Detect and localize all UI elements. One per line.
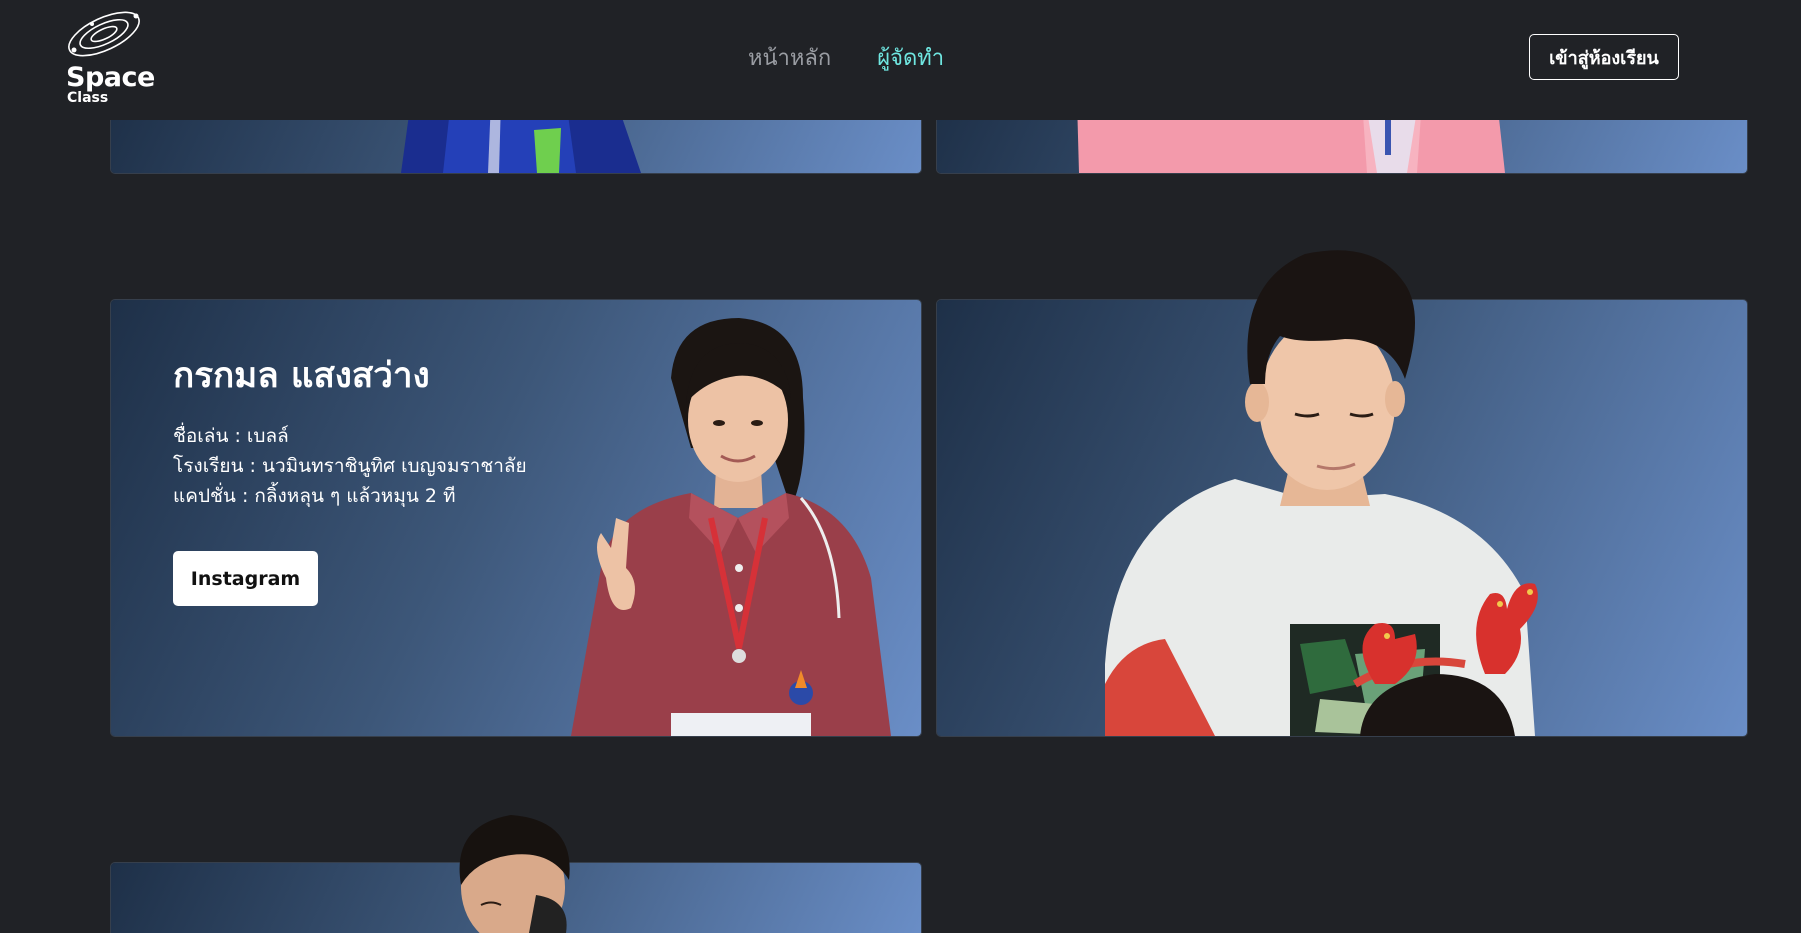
member-photo [459,815,570,933]
instagram-button[interactable]: Instagram [173,551,318,606]
member-nickname: ชื่อเล่น : เบลล์ [173,425,289,447]
nav-link-creators[interactable]: ผู้จัดทำ [877,40,944,75]
planet-orbit-icon [68,11,140,57]
member-photo [1105,250,1538,736]
nav-link-home[interactable]: หน้าหลัก [748,40,831,75]
member-card-right [937,250,1747,736]
member-info: กรกมล แสงสว่าง ชื่อเล่น : เบลล์ โรงเรียน… [173,348,527,606]
logo-subtext: Class [67,90,109,106]
logo-text: Space [66,62,155,93]
member-photo [571,318,891,736]
enter-classroom-button[interactable]: เข้าสู่ห้องเรียน [1529,34,1679,80]
nav-links: หน้าหลัก ผู้จัดทำ [748,40,944,75]
member-card-bottom [111,815,921,933]
member-caption: แคปชั่น : กลิ้งหลุน ๆ แล้วหมุน 2 ที [173,485,456,507]
navbar: Space Class หน้าหลัก ผู้จัดทำ เข้าสู่ห้อ… [0,0,1801,120]
member-name: กรกมล แสงสว่าง [173,356,430,396]
member-school: โรงเรียน : นวมินทราชินูทิศ เบญจมราชาลัย [173,455,527,477]
member-card: กรกมล แสงสว่าง ชื่อเล่น : เบลล์ โรงเรียน… [111,300,921,736]
logo[interactable]: Space Class [64,10,164,110]
page: กรกมล แสงสว่าง ชื่อเล่น : เบลล์ โรงเรียน… [0,0,1801,933]
